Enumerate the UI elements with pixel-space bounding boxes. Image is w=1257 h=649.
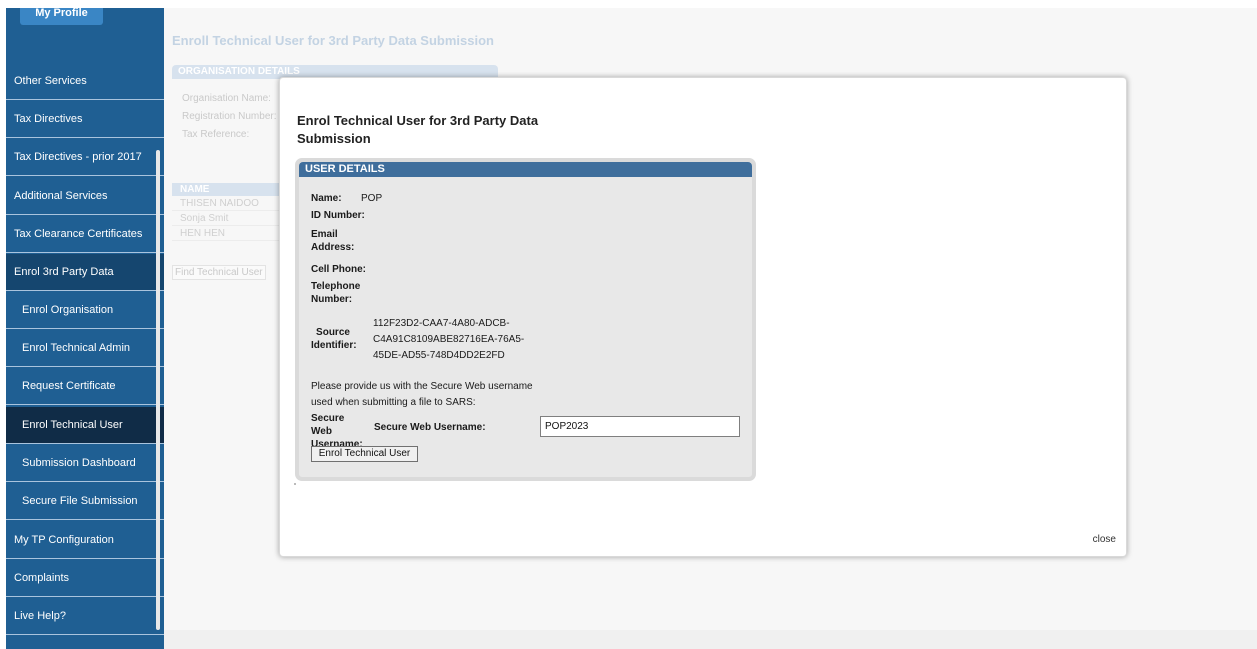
- sidebar-item-complaints[interactable]: Complaints: [6, 560, 164, 597]
- page: My Profile Other Services Tax Directives…: [0, 0, 1257, 649]
- sidebar-item-secure-file-submission[interactable]: Secure File Submission: [6, 483, 164, 520]
- email-address-label: Email Address:: [311, 229, 355, 253]
- tax-reference-label: Tax Reference:: [182, 129, 250, 140]
- sidebar-item-tax-clearance-certificates[interactable]: Tax Clearance Certificates: [6, 216, 164, 253]
- secure-web-username-field-label: Secure Web Username:: [374, 422, 486, 433]
- sidebar-item-request-certificate[interactable]: Request Certificate: [6, 368, 164, 405]
- my-profile-button[interactable]: My Profile: [20, 8, 103, 25]
- dialog-title: Enrol Technical User for 3rd Party Data …: [297, 113, 539, 146]
- page-title: Enroll Technical User for 3rd Party Data…: [172, 33, 494, 48]
- name-label: Name:: [311, 193, 342, 204]
- telephone-number-label: Telephone Number:: [311, 281, 361, 305]
- dialog-marker: [294, 483, 296, 485]
- enrol-technical-user-dialog: Enrol Technical User for 3rd Party Data …: [279, 77, 1127, 557]
- secure-web-instruction: Please provide us with the Secure Web us…: [311, 381, 533, 408]
- source-identifier-label: Source Identifier:: [311, 327, 357, 351]
- sidebar: My Profile Other Services Tax Directives…: [6, 8, 164, 649]
- user-details-panel: USER DETAILS Name: POP ID Number: Email …: [295, 158, 756, 481]
- sidebar-scrollbar[interactable]: [156, 150, 160, 630]
- sidebar-item-tax-directives[interactable]: Tax Directives: [6, 101, 164, 138]
- sidebar-item-enrol-technical-admin[interactable]: Enrol Technical Admin: [6, 330, 164, 367]
- sidebar-item-submission-dashboard[interactable]: Submission Dashboard: [6, 445, 164, 482]
- close-link[interactable]: close: [1093, 534, 1116, 545]
- secure-web-username-input[interactable]: [540, 416, 740, 437]
- sidebar-item-additional-services[interactable]: Additional Services: [6, 178, 164, 215]
- bottom-strip: [164, 630, 1257, 649]
- find-technical-user-button: Find Technical User: [172, 265, 266, 280]
- sidebar-item-enrol-organisation[interactable]: Enrol Organisation: [6, 292, 164, 329]
- sidebar-item-live-help[interactable]: Live Help?: [6, 598, 164, 635]
- sidebar-item-tax-directives-prior-2017[interactable]: Tax Directives - prior 2017: [6, 139, 164, 176]
- technical-users-table: NAME THISEN NAIDOO Sonja Smit HEN HEN: [172, 183, 282, 241]
- sidebar-item-my-tp-configuration[interactable]: My TP Configuration: [6, 522, 164, 559]
- table-row: THISEN NAIDOO: [172, 196, 282, 211]
- id-number-label: ID Number:: [311, 210, 365, 221]
- cell-phone-label: Cell Phone:: [311, 264, 367, 275]
- organisation-name-label: Organisation Name:: [182, 93, 271, 104]
- user-details-header: USER DETAILS: [299, 162, 752, 177]
- source-identifier-value: 112F23D2-CAA7-4A80-ADCB-C4A91C8109ABE827…: [373, 318, 525, 361]
- sidebar-item-enrol-3rd-party-data[interactable]: Enrol 3rd Party Data: [6, 254, 164, 291]
- enrol-technical-user-button[interactable]: Enrol Technical User: [311, 446, 418, 462]
- table-row: Sonja Smit: [172, 211, 282, 226]
- top-strip: [0, 0, 1257, 8]
- sidebar-item-other-services[interactable]: Other Services: [6, 63, 164, 100]
- table-header-name: NAME: [172, 183, 282, 196]
- registration-number-label: Registration Number:: [182, 111, 277, 122]
- sidebar-item-enrol-technical-user[interactable]: Enrol Technical User: [6, 407, 164, 444]
- name-value: POP: [361, 193, 383, 204]
- table-row: HEN HEN: [172, 226, 282, 241]
